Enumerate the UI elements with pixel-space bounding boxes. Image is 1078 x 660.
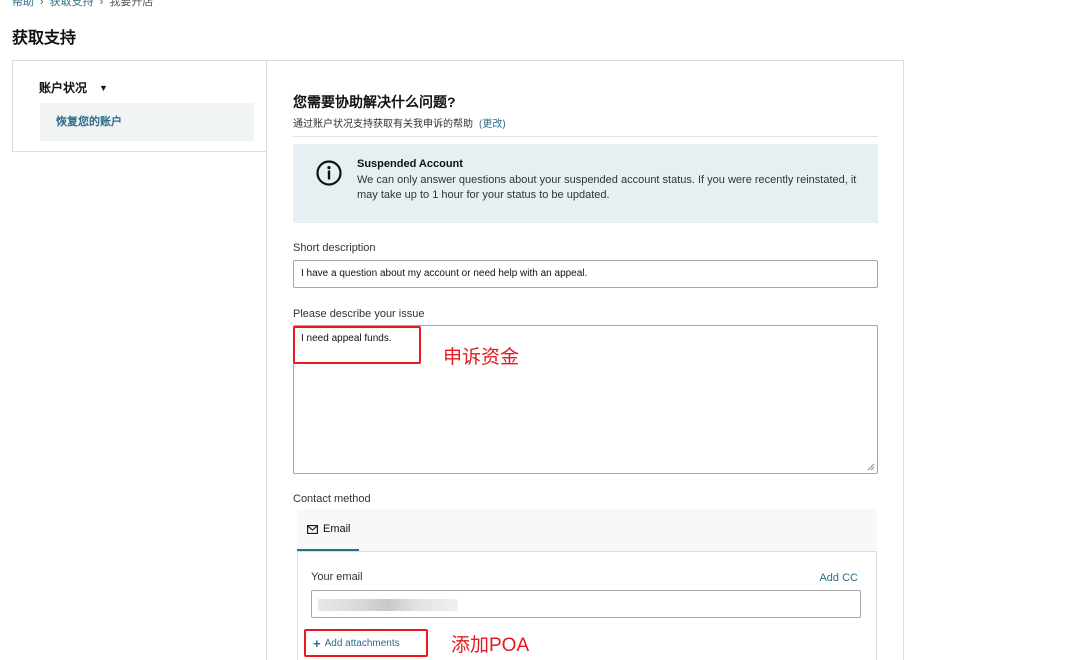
info-icon	[316, 160, 342, 186]
issue-label: Please describe your issue	[293, 308, 425, 320]
sidebar-item-restore-account[interactable]: 恢复您的账户	[40, 103, 254, 141]
breadcrumb-separator: ›	[99, 0, 104, 8]
email-input[interactable]	[311, 590, 861, 618]
breadcrumb-separator: ›	[40, 0, 44, 8]
short-description-input[interactable]: I have a question about my account or ne…	[293, 260, 878, 288]
sidebar-group-account-status[interactable]: 账户状况 ▼	[39, 79, 108, 96]
resize-handle-icon[interactable]	[867, 463, 875, 471]
change-link[interactable]: (更改)	[479, 119, 506, 130]
section-title: 您需要协助解决什么问题?	[293, 94, 456, 110]
mail-icon	[307, 524, 318, 534]
tab-email[interactable]: Email	[297, 509, 359, 551]
page-title: 获取支持	[12, 30, 77, 47]
issue-text: I need appeal funds.	[301, 333, 392, 344]
add-attachments-label: Add attachments	[324, 637, 400, 649]
annotation-appeal-funds: 申诉资金	[443, 347, 520, 368]
breadcrumb-help[interactable]: 帮助	[12, 0, 34, 8]
divider	[293, 136, 878, 137]
page: 帮助 › 获取支持 › 我要开店 获取支持 账户状况 ▼ 恢复您的账户 您需要协助解决什…	[0, 0, 1078, 660]
breadcrumb: 帮助 › 获取支持 › 我要开店	[12, 0, 153, 9]
breadcrumb-get-support[interactable]: 获取支持	[50, 0, 94, 8]
breadcrumb-current: 我要开店	[109, 0, 154, 8]
add-cc-link[interactable]: Add CC	[819, 572, 858, 584]
issue-textarea[interactable]: I need appeal funds.	[293, 325, 878, 474]
annotation-add-poa: 添加POA	[451, 635, 530, 656]
redacted-email	[318, 599, 458, 611]
sidebar: 账户状况 ▼ 恢复您的账户	[12, 60, 267, 152]
your-email-label: Your email	[311, 571, 363, 583]
contact-tab-strip	[297, 509, 877, 551]
alert-body: We can only answer questions about your …	[357, 174, 857, 201]
alert-suspended-account: Suspended Account We can only answer que…	[293, 144, 878, 223]
subtitle-text: 通过账户状况支持获取有关我申诉的帮助	[293, 119, 473, 130]
contact-method-label: Contact method	[293, 493, 371, 505]
sidebar-group-label: 账户状况	[39, 81, 88, 95]
short-description-label: Short description	[293, 242, 376, 254]
section-subtitle: 通过账户状况支持获取有关我申诉的帮助 (更改)	[293, 115, 506, 130]
add-attachments-button[interactable]: + Add attachments	[305, 630, 408, 656]
plus-icon: +	[313, 635, 321, 651]
caret-down-icon: ▼	[99, 82, 108, 93]
alert-title: Suspended Account	[357, 158, 463, 170]
tab-email-label: Email	[323, 523, 351, 535]
